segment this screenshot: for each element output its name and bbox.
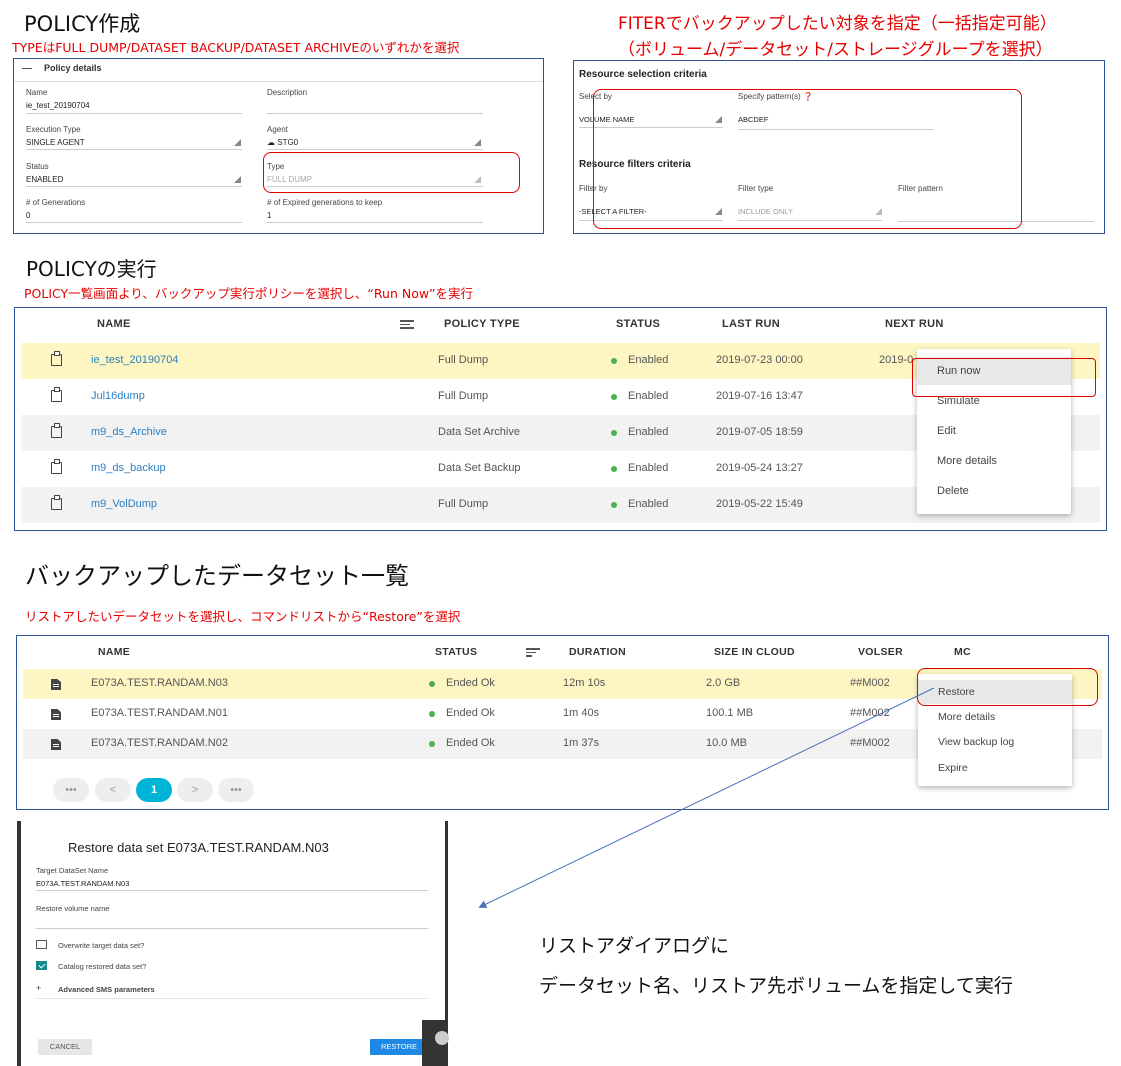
- target-dataset-label: Target DataSet Name: [36, 866, 109, 875]
- cancel-button[interactable]: CANCEL: [38, 1039, 92, 1055]
- target-dataset-field[interactable]: E073A.TEST.RANDAM.N03: [36, 879, 129, 888]
- dialog-note-line2: データセット名、リストア先ボリュームを指定して実行: [539, 975, 1013, 997]
- overwrite-label: Overwrite target data set?: [58, 941, 145, 950]
- dialog-note-line1: リストアダイアログに: [539, 935, 730, 957]
- expand-icon[interactable]: +: [36, 983, 41, 993]
- catalog-label: Catalog restored data set?: [58, 962, 147, 971]
- catalog-checkbox[interactable]: [36, 961, 47, 970]
- scroll-handle-icon: [435, 1031, 449, 1045]
- restore-dialog: Restore data set E073A.TEST.RANDAM.N03 T…: [17, 821, 448, 1066]
- overwrite-checkbox[interactable]: [36, 940, 47, 949]
- restore-button[interactable]: RESTORE: [370, 1039, 428, 1055]
- restore-volume-label: Restore volume name: [36, 904, 110, 913]
- advanced-sms-toggle[interactable]: Advanced SMS parameters: [58, 985, 155, 994]
- restore-volume-field[interactable]: [36, 928, 428, 929]
- restore-dialog-title: Restore data set E073A.TEST.RANDAM.N03: [68, 840, 329, 855]
